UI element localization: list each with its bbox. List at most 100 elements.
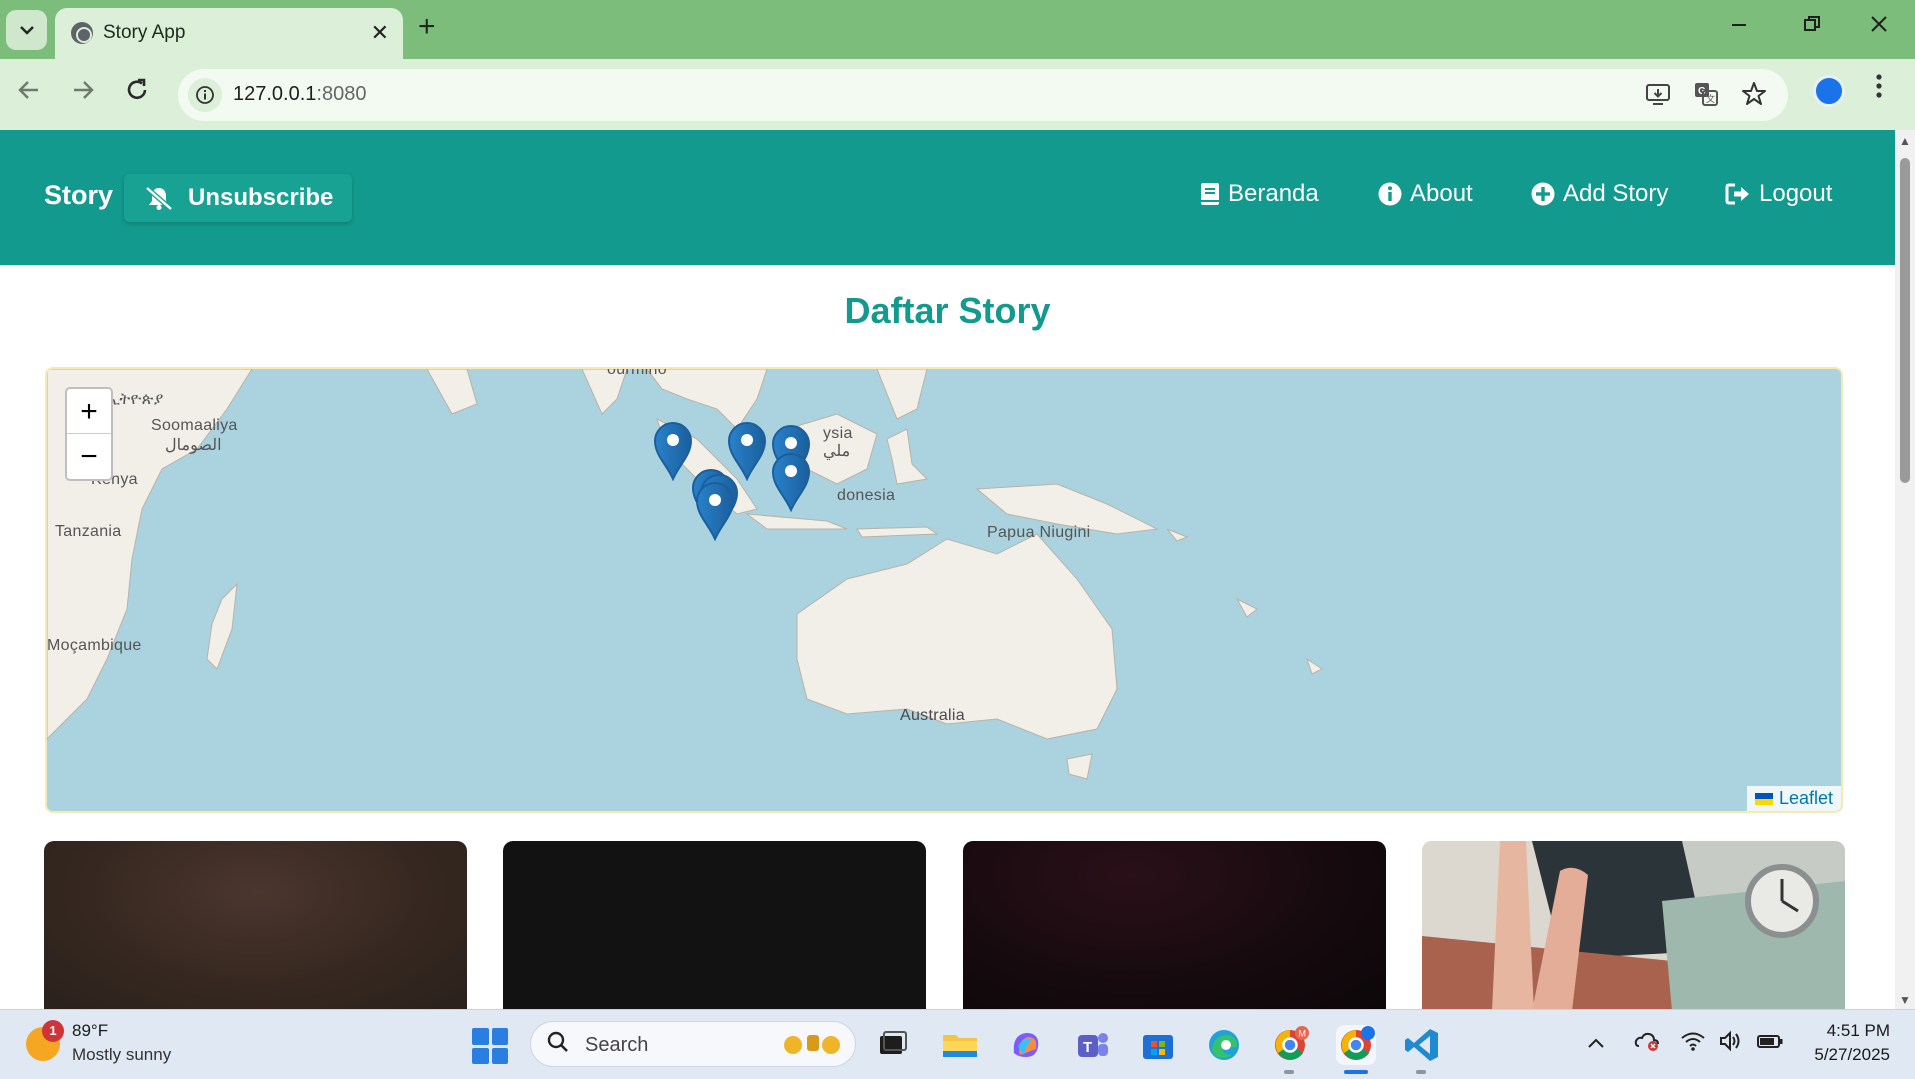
nav-logout[interactable]: Logout bbox=[1725, 180, 1832, 208]
svg-text:T: T bbox=[1083, 1039, 1092, 1056]
bell-slash-icon bbox=[145, 186, 173, 211]
story-list bbox=[44, 841, 1845, 1009]
story-thumbnail bbox=[1422, 841, 1845, 1009]
clock-time[interactable]: 4:51 PM bbox=[1800, 1021, 1890, 1041]
nav-beranda-label: Beranda bbox=[1228, 180, 1319, 207]
install-app-icon[interactable] bbox=[1645, 81, 1671, 114]
restore-icon[interactable] bbox=[1803, 12, 1821, 40]
reload-icon[interactable] bbox=[124, 77, 150, 110]
zoom-out-button[interactable]: − bbox=[67, 434, 111, 479]
chevron-down-icon bbox=[19, 26, 34, 35]
page-scrollbar[interactable]: ▲ ▼ bbox=[1895, 130, 1915, 1009]
page-title: Daftar Story bbox=[844, 290, 1051, 331]
nav-about-label: About bbox=[1410, 180, 1473, 207]
map-attribution: Leaflet bbox=[1746, 786, 1841, 811]
story-card[interactable] bbox=[963, 841, 1386, 1009]
address-bar[interactable]: 127.0.0.1:8080 G文 bbox=[178, 69, 1788, 121]
windows-taskbar: 1 89°F Mostly sunny Search T M 4:51 PM 5… bbox=[0, 1009, 1915, 1079]
taskbar-search[interactable]: Search bbox=[530, 1021, 856, 1067]
weather-temperature[interactable]: 89°F bbox=[72, 1021, 108, 1041]
chrome-profile-icon[interactable]: M bbox=[1270, 1025, 1310, 1065]
page-viewport: Story Unsubscribe Beranda About Add Stor… bbox=[0, 130, 1895, 1009]
tab-close-icon[interactable]: ✕ bbox=[371, 20, 389, 46]
map-marker[interactable] bbox=[696, 482, 734, 540]
back-icon[interactable] bbox=[16, 77, 42, 110]
taskbar-running-indicator bbox=[1416, 1070, 1426, 1074]
taskbar-active-indicator bbox=[1344, 1070, 1368, 1074]
scroll-down-arrow-icon[interactable]: ▼ bbox=[1899, 993, 1911, 1007]
search-highlight-art-icon bbox=[781, 1031, 843, 1063]
app-header: Story Unsubscribe Beranda About Add Stor… bbox=[0, 130, 1895, 265]
info-circle-icon bbox=[1378, 182, 1402, 206]
site-info-icon[interactable] bbox=[188, 78, 222, 112]
weather-notification-badge: 1 bbox=[42, 1020, 64, 1042]
browser-toolbar: 127.0.0.1:8080 G文 bbox=[0, 59, 1915, 130]
tray-chevron-up-icon[interactable] bbox=[1586, 1030, 1606, 1056]
scroll-up-arrow-icon[interactable]: ▲ bbox=[1899, 134, 1911, 148]
url-host: 127.0.0.1 bbox=[233, 83, 317, 105]
book-icon bbox=[1201, 183, 1219, 205]
browser-tab[interactable]: Story App ✕ bbox=[55, 8, 403, 59]
story-card[interactable] bbox=[44, 841, 467, 1009]
map-marker[interactable] bbox=[772, 453, 810, 511]
clock-date[interactable]: 5/27/2025 bbox=[1800, 1045, 1890, 1065]
story-card[interactable] bbox=[1422, 841, 1845, 1009]
search-placeholder: Search bbox=[585, 1034, 649, 1056]
url-text[interactable]: 127.0.0.1:8080 bbox=[233, 83, 366, 106]
tab-title: Story App bbox=[103, 22, 186, 43]
url-port: :8080 bbox=[316, 83, 367, 105]
screen: Story App ✕ + 127.0.0.1:8080 G 文 Story U… bbox=[0, 0, 1915, 1079]
wifi-icon[interactable] bbox=[1680, 1030, 1706, 1058]
copilot-icon[interactable] bbox=[1006, 1025, 1046, 1065]
teams-icon[interactable]: T bbox=[1072, 1025, 1112, 1065]
volume-icon[interactable] bbox=[1718, 1030, 1744, 1058]
microsoft-store-icon[interactable] bbox=[1138, 1025, 1178, 1065]
map-marker[interactable] bbox=[654, 422, 692, 480]
nav-about[interactable]: About bbox=[1378, 180, 1473, 208]
svg-text:文: 文 bbox=[1706, 93, 1715, 104]
chrome-active-icon[interactable] bbox=[1336, 1025, 1376, 1065]
forward-icon[interactable] bbox=[70, 77, 96, 110]
leaflet-link[interactable]: Leaflet bbox=[1779, 788, 1833, 809]
browser-tab-strip: Story App ✕ + bbox=[0, 0, 1915, 59]
minimize-icon[interactable] bbox=[1730, 12, 1748, 40]
marker-layer bbox=[654, 422, 810, 540]
file-explorer-icon[interactable] bbox=[940, 1025, 980, 1065]
brand-logo[interactable]: Story bbox=[44, 180, 113, 211]
scroll-thumb[interactable] bbox=[1900, 158, 1910, 483]
map-marker[interactable] bbox=[728, 422, 766, 480]
battery-icon[interactable] bbox=[1756, 1030, 1784, 1058]
nav-logout-label: Logout bbox=[1759, 180, 1833, 207]
taskbar-running-indicator bbox=[1284, 1070, 1294, 1074]
nav-beranda[interactable]: Beranda bbox=[1200, 180, 1319, 208]
zoom-in-button[interactable]: + bbox=[67, 389, 111, 434]
window-close-icon[interactable] bbox=[1870, 12, 1888, 40]
vscode-icon[interactable] bbox=[1402, 1025, 1442, 1065]
task-view-icon[interactable] bbox=[872, 1025, 912, 1065]
search-icon bbox=[547, 1031, 569, 1059]
new-tab-button[interactable]: + bbox=[418, 12, 436, 42]
svg-text:M: M bbox=[1299, 1029, 1307, 1039]
plus-circle-icon bbox=[1531, 182, 1555, 206]
story-card[interactable] bbox=[503, 841, 926, 1009]
nav-add-story-label: Add Story bbox=[1563, 180, 1669, 207]
start-button[interactable] bbox=[472, 1028, 508, 1064]
weather-condition[interactable]: Mostly sunny bbox=[72, 1045, 171, 1065]
unsubscribe-button[interactable]: Unsubscribe bbox=[124, 174, 352, 222]
translate-icon[interactable]: G文 bbox=[1693, 81, 1719, 114]
bookmark-star-icon[interactable] bbox=[1741, 81, 1767, 114]
onedrive-error-icon[interactable] bbox=[1634, 1030, 1660, 1058]
browser-menu-icon[interactable] bbox=[1875, 73, 1883, 106]
globe-icon bbox=[71, 22, 93, 44]
tab-search-dropdown[interactable] bbox=[6, 10, 47, 50]
story-map[interactable]: ኢትዮጵያ Soomaaliya الصومال Kenya Tanzania … bbox=[45, 367, 1843, 813]
unsubscribe-label: Unsubscribe bbox=[188, 184, 334, 211]
profile-avatar[interactable] bbox=[1813, 75, 1845, 107]
story-thumbnail bbox=[963, 841, 1386, 1009]
edge-icon[interactable] bbox=[1204, 1025, 1244, 1065]
sign-out-icon bbox=[1725, 183, 1749, 205]
story-thumbnail bbox=[503, 841, 926, 1009]
map-zoom-control: + − bbox=[65, 387, 113, 481]
ukraine-flag-icon bbox=[1754, 792, 1773, 805]
nav-add-story[interactable]: Add Story bbox=[1531, 180, 1668, 208]
